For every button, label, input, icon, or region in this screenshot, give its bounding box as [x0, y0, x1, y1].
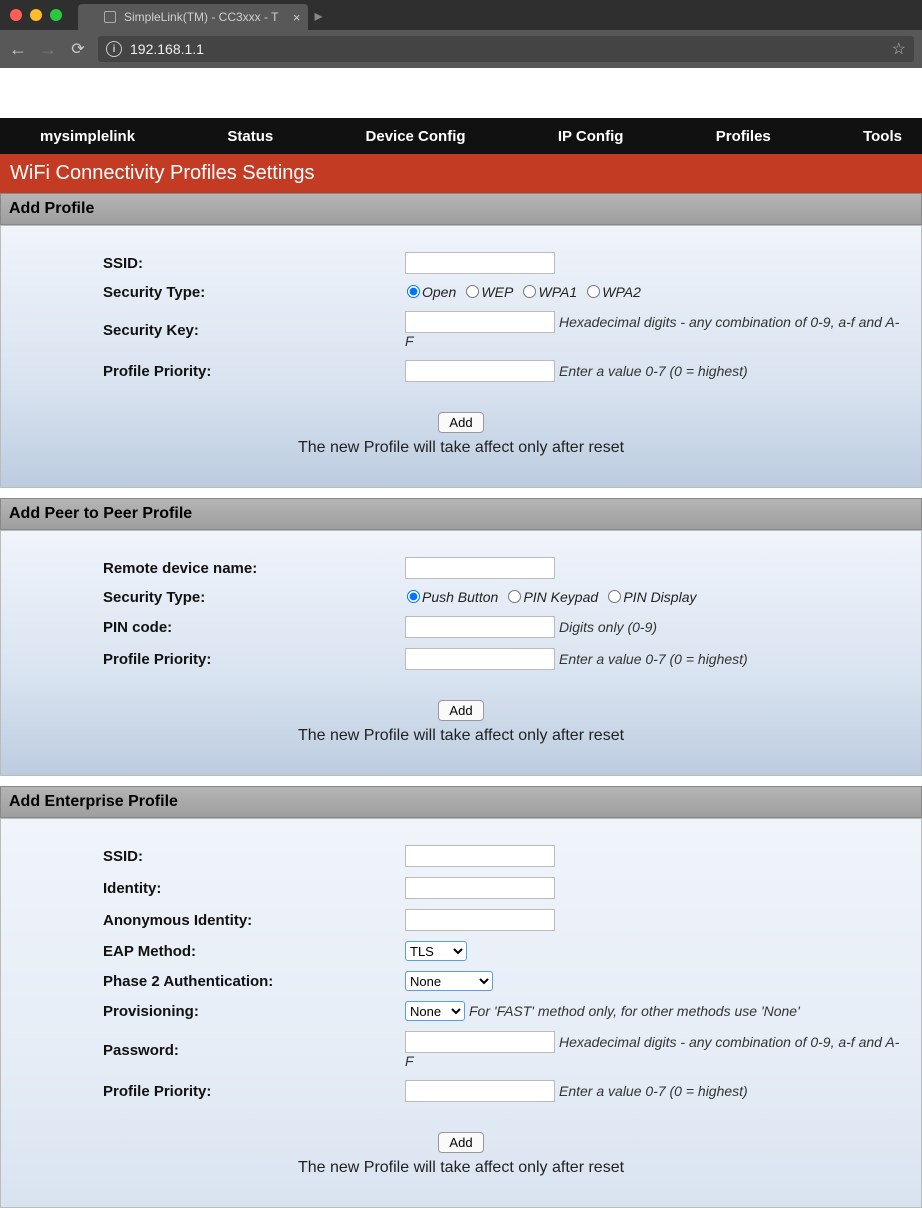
phase2-label: Phase 2 Authentication:: [103, 973, 273, 990]
top-nav: mysimplelink Status Device Config IP Con…: [0, 118, 922, 154]
close-tab-icon[interactable]: ×: [293, 10, 301, 25]
bookmark-star-icon[interactable]: ☆: [892, 39, 906, 59]
p2p-sec-type-label: Security Type:: [103, 589, 205, 606]
identity-input[interactable]: [405, 877, 555, 899]
maximize-window-button[interactable]: [50, 9, 62, 21]
ent-ssid-input[interactable]: [405, 845, 555, 867]
ssid-input[interactable]: [405, 252, 555, 274]
new-tab-button[interactable]: ▸: [314, 6, 322, 30]
ent-add-button[interactable]: Add: [438, 1132, 483, 1153]
forward-button[interactable]: →: [38, 39, 58, 60]
eap-method-select[interactable]: TLS: [405, 941, 467, 961]
add-button[interactable]: Add: [438, 412, 483, 433]
page-icon: [104, 11, 116, 23]
security-key-input[interactable]: [405, 311, 555, 333]
sec-wpa1-option[interactable]: WPA1: [521, 284, 577, 300]
provisioning-label: Provisioning:: [103, 1003, 199, 1020]
ent-priority-hint: Enter a value 0-7 (0 = highest): [559, 1083, 748, 1099]
add-footer-note: The new Profile will take affect only af…: [298, 439, 624, 456]
page-title: WiFi Connectivity Profiles Settings: [10, 162, 315, 184]
eap-method-label: EAP Method:: [103, 943, 196, 960]
site-info-icon[interactable]: i: [106, 41, 122, 57]
minimize-window-button[interactable]: [30, 9, 42, 21]
nav-profiles[interactable]: Profiles: [716, 128, 771, 145]
back-button[interactable]: ←: [8, 39, 28, 60]
pin-code-hint: Digits only (0-9): [559, 619, 657, 635]
nav-device-config[interactable]: Device Config: [366, 128, 466, 145]
sec-open-option[interactable]: Open: [405, 284, 456, 300]
sec-pinkeypad-option[interactable]: PIN Keypad: [506, 589, 598, 605]
anon-identity-input[interactable]: [405, 909, 555, 931]
tab-title: SimpleLink(TM) - CC3xxx - T: [124, 10, 278, 24]
priority-label: Profile Priority:: [103, 363, 211, 380]
add-profile-body: SSID: Security Type: Open WEP WPA1 WPA2 …: [0, 225, 922, 488]
url-field[interactable]: i 192.168.1.1 ☆: [98, 36, 914, 62]
remote-device-label: Remote device name:: [103, 560, 257, 577]
nav-mysimplelink[interactable]: mysimplelink: [40, 128, 135, 145]
url-text: 192.168.1.1: [130, 41, 204, 57]
pin-code-label: PIN code:: [103, 619, 172, 636]
ent-ssid-label: SSID:: [103, 848, 143, 865]
sec-pushbutton-option[interactable]: Push Button: [405, 589, 498, 605]
p2p-profile-body: Remote device name: Security Type: Push …: [0, 530, 922, 776]
p2p-priority-hint: Enter a value 0-7 (0 = highest): [559, 651, 748, 667]
p2p-priority-label: Profile Priority:: [103, 651, 211, 668]
ent-priority-input[interactable]: [405, 1080, 555, 1102]
p2p-priority-input[interactable]: [405, 648, 555, 670]
provisioning-hint: For 'FAST' method only, for other method…: [469, 1003, 800, 1019]
ent-footer-note: The new Profile will take affect only af…: [298, 1159, 624, 1176]
sec-pindisplay-option[interactable]: PIN Display: [606, 589, 696, 605]
nav-tools[interactable]: Tools: [863, 128, 902, 145]
browser-tab[interactable]: SimpleLink(TM) - CC3xxx - T ×: [78, 4, 308, 30]
nav-status[interactable]: Status: [227, 128, 273, 145]
ent-profile-header: Add Enterprise Profile: [0, 786, 922, 818]
password-label: Password:: [103, 1042, 179, 1059]
window-controls: [10, 9, 62, 21]
provisioning-select[interactable]: None: [405, 1001, 465, 1021]
priority-input[interactable]: [405, 360, 555, 382]
nav-ip-config[interactable]: IP Config: [558, 128, 624, 145]
password-input[interactable]: [405, 1031, 555, 1053]
p2p-profile-header: Add Peer to Peer Profile: [0, 498, 922, 530]
ent-priority-label: Profile Priority:: [103, 1083, 211, 1100]
sec-wpa2-option[interactable]: WPA2: [585, 284, 641, 300]
phase2-select[interactable]: None: [405, 971, 493, 991]
pin-code-input[interactable]: [405, 616, 555, 638]
identity-label: Identity:: [103, 880, 161, 897]
ent-profile-body: SSID: Identity: Anonymous Identity: EAP …: [0, 818, 922, 1208]
add-profile-header: Add Profile: [0, 193, 922, 225]
ssid-label: SSID:: [103, 255, 143, 272]
p2p-add-button[interactable]: Add: [438, 700, 483, 721]
reload-button[interactable]: ⟳: [68, 39, 88, 59]
security-type-label: Security Type:: [103, 284, 205, 301]
anon-identity-label: Anonymous Identity:: [103, 912, 252, 929]
page-title-banner: WiFi Connectivity Profiles Settings: [0, 154, 922, 193]
security-key-label: Security Key:: [103, 322, 199, 339]
address-bar: ← → ⟳ i 192.168.1.1 ☆: [0, 30, 922, 68]
sec-wep-option[interactable]: WEP: [464, 284, 513, 300]
close-window-button[interactable]: [10, 9, 22, 21]
remote-device-input[interactable]: [405, 557, 555, 579]
p2p-footer-note: The new Profile will take affect only af…: [298, 727, 624, 744]
priority-hint: Enter a value 0-7 (0 = highest): [559, 363, 748, 379]
browser-tab-strip: SimpleLink(TM) - CC3xxx - T × ▸: [0, 0, 922, 30]
